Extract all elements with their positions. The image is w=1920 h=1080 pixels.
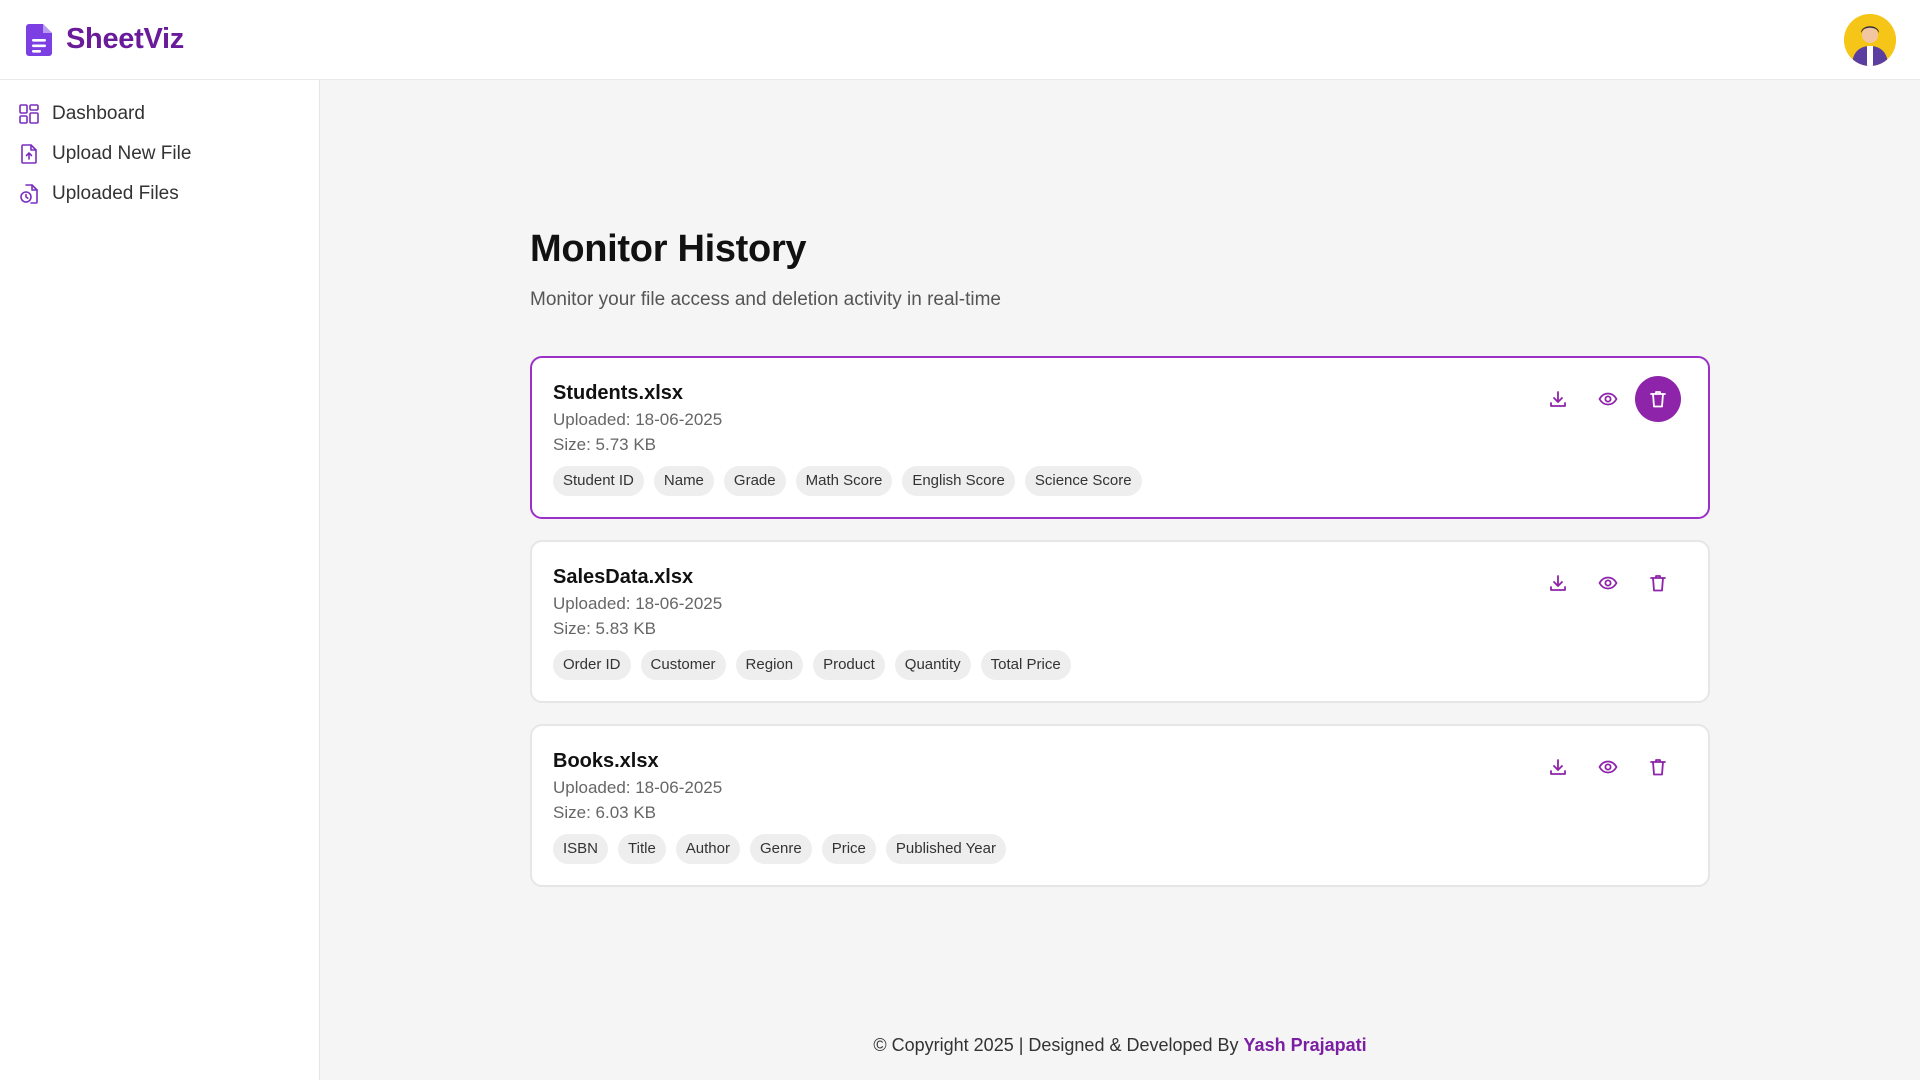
column-tag: Product xyxy=(813,650,885,680)
column-tag: Author xyxy=(675,834,740,864)
column-tag: ISBN xyxy=(553,834,609,864)
column-tag: Region xyxy=(735,650,804,680)
trash-icon xyxy=(1650,759,1666,776)
trash-icon xyxy=(1650,391,1666,408)
delete-button[interactable] xyxy=(1635,376,1681,422)
download-icon xyxy=(1550,759,1566,775)
file-uploaded-date: Uploaded: 18-06-2025 xyxy=(553,410,723,429)
file-actions xyxy=(1535,376,1685,422)
dashboard-grid-icon xyxy=(19,104,39,124)
sidebar-item-label: Dashboard xyxy=(52,103,145,124)
column-tag: Customer xyxy=(640,650,726,680)
sidebar-item-dashboard[interactable]: Dashboard xyxy=(18,99,145,129)
eye-icon xyxy=(1598,760,1618,774)
sidebar-item-upload[interactable]: Upload New File xyxy=(18,139,191,169)
file-upload-icon xyxy=(21,144,37,164)
sidebar: Dashboard Upload New File Uploaded Files xyxy=(0,80,320,1080)
file-card[interactable]: Students.xlsx Uploaded: 18-06-2025 Size:… xyxy=(530,356,1710,519)
column-tag: Name xyxy=(653,466,714,496)
sidebar-item-label: Upload New File xyxy=(52,143,192,164)
delete-button[interactable] xyxy=(1635,744,1681,790)
column-tag: Total Price xyxy=(980,650,1071,680)
column-tags: Student ID Name Grade Math Score English… xyxy=(553,466,1152,496)
file-size: Size: 5.83 KB xyxy=(553,619,657,638)
column-tag: Science Score xyxy=(1024,466,1142,496)
column-tags: Order ID Customer Region Product Quantit… xyxy=(553,650,1081,680)
file-card[interactable]: SalesData.xlsx Uploaded: 18-06-2025 Size… xyxy=(530,540,1710,703)
column-tag: Genre xyxy=(750,834,812,864)
trash-icon xyxy=(1650,575,1666,592)
delete-button[interactable] xyxy=(1635,560,1681,606)
column-tag: Published Year xyxy=(885,834,1006,864)
user-avatar[interactable] xyxy=(1844,14,1896,66)
sidebar-item-uploaded-files[interactable]: Uploaded Files xyxy=(18,179,179,209)
column-tag: Order ID xyxy=(553,650,631,680)
brand-logo[interactable]: SheetViz xyxy=(26,23,184,56)
column-tags: ISBN Title Author Genre Price Published … xyxy=(553,834,1016,864)
column-tag: Price xyxy=(821,834,876,864)
view-button[interactable] xyxy=(1585,376,1631,422)
view-button[interactable] xyxy=(1585,560,1631,606)
column-tag: Title xyxy=(618,834,666,864)
file-history-icon xyxy=(20,184,38,204)
download-button[interactable] xyxy=(1535,376,1581,422)
footer-author-link[interactable]: Yash Prajapati xyxy=(1244,1035,1367,1055)
top-header: SheetViz xyxy=(0,0,1920,80)
column-tag: Grade xyxy=(723,466,786,496)
page-title: Monitor History xyxy=(530,228,807,270)
column-tag: English Score xyxy=(902,466,1015,496)
file-document-icon xyxy=(26,23,52,56)
view-button[interactable] xyxy=(1585,744,1631,790)
footer-copyright: © Copyright 2025 | Designed & Developed … xyxy=(873,1035,1239,1055)
file-card[interactable]: Books.xlsx Uploaded: 18-06-2025 Size: 6.… xyxy=(530,724,1710,887)
eye-icon xyxy=(1598,576,1618,590)
download-button[interactable] xyxy=(1535,560,1581,606)
sidebar-item-label: Uploaded Files xyxy=(52,183,179,204)
download-icon xyxy=(1550,575,1566,591)
file-name: Students.xlsx xyxy=(553,382,684,404)
file-size: Size: 6.03 KB xyxy=(553,803,657,822)
brand-name: SheetViz xyxy=(66,23,184,55)
file-actions xyxy=(1535,744,1685,790)
file-name: SalesData.xlsx xyxy=(553,566,694,588)
file-uploaded-date: Uploaded: 18-06-2025 xyxy=(553,594,723,613)
column-tag: Student ID xyxy=(553,466,644,496)
file-name: Books.xlsx xyxy=(553,750,659,772)
column-tag: Quantity xyxy=(894,650,971,680)
eye-icon xyxy=(1598,392,1618,406)
file-size: Size: 5.73 KB xyxy=(553,435,657,454)
column-tag: Math Score xyxy=(795,466,893,496)
page-subtitle: Monitor your file access and deletion ac… xyxy=(530,289,1001,310)
download-button[interactable] xyxy=(1535,744,1581,790)
file-uploaded-date: Uploaded: 18-06-2025 xyxy=(553,778,723,797)
footer: © Copyright 2025 | Designed & Developed … xyxy=(320,1035,1920,1056)
download-icon xyxy=(1550,391,1566,407)
file-actions xyxy=(1535,560,1685,606)
user-avatar-icon xyxy=(1844,14,1896,66)
